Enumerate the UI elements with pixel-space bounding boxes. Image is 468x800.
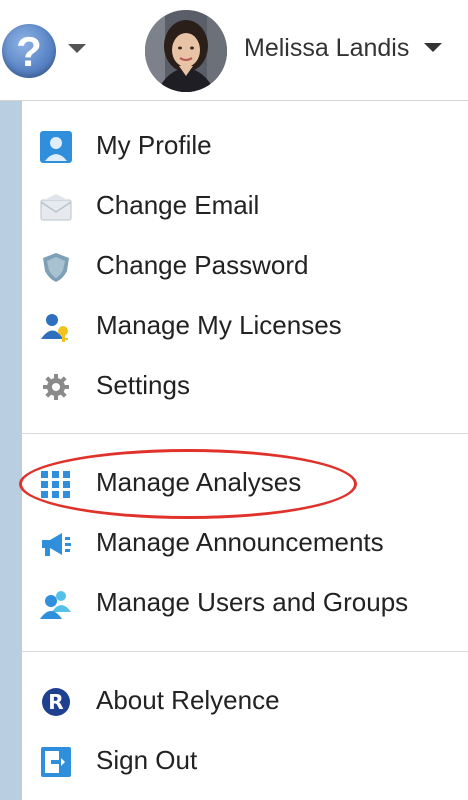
- help-button[interactable]: ?: [2, 24, 56, 78]
- menu-item-label: Sign Out: [96, 745, 198, 775]
- user-key-icon: [40, 311, 72, 343]
- menu-divider: [22, 651, 468, 652]
- menu-item-manage-users-and-groups[interactable]: Manage Users and Groups: [22, 574, 468, 632]
- menu-divider: [22, 433, 468, 434]
- help-menu-caret-icon[interactable]: [68, 44, 86, 53]
- menu-item-label: My Profile: [96, 130, 212, 160]
- avatar[interactable]: [145, 10, 227, 92]
- top-bar: ? Melissa Landis: [0, 0, 468, 101]
- sign-out-icon: [40, 746, 72, 778]
- menu-item-manage-my-licenses[interactable]: Manage My Licenses: [22, 297, 468, 355]
- user-name[interactable]: Melissa Landis: [244, 34, 409, 63]
- megaphone-icon: [40, 528, 72, 560]
- menu-item-label: Manage Announcements: [96, 527, 384, 557]
- svg-text:R: R: [48, 690, 63, 714]
- menu-item-manage-announcements[interactable]: Manage Announcements: [22, 514, 468, 572]
- envelope-icon: [40, 191, 72, 223]
- shield-icon: [40, 251, 72, 283]
- menu-item-label: Manage Analyses: [96, 467, 302, 497]
- menu-item-manage-analyses[interactable]: Manage Analyses: [22, 454, 468, 512]
- avatar-portrait: [145, 10, 227, 92]
- users-icon: [40, 588, 72, 620]
- menu-item-label: Settings: [96, 370, 190, 400]
- menu-item-label: Change Email: [96, 190, 260, 220]
- help-question-icon: ?: [16, 28, 42, 75]
- menu-item-settings[interactable]: Settings: [22, 357, 468, 415]
- menu-item-label: Change Password: [96, 250, 309, 280]
- menu-item-change-password[interactable]: Change Password: [22, 237, 468, 295]
- menu-item-label: Manage Users and Groups: [96, 587, 409, 617]
- menu-item-label: Manage My Licenses: [96, 310, 342, 340]
- profile-icon: [40, 131, 72, 163]
- menu-item-change-email[interactable]: Change Email: [22, 177, 468, 235]
- relyence-logo-icon: R: [40, 686, 72, 718]
- side-panel-strip: [0, 101, 22, 800]
- menu-item-label: About Relyence: [96, 685, 280, 715]
- menu-item-sign-out[interactable]: Sign Out: [22, 732, 468, 790]
- menu-item-my-profile[interactable]: My Profile: [22, 117, 468, 175]
- gear-icon: [40, 371, 72, 403]
- user-dropdown-menu: My Profile Change Email Change Password: [22, 101, 468, 800]
- grid-icon: [40, 468, 72, 500]
- user-menu-caret-icon[interactable]: [424, 43, 442, 52]
- menu-item-about-relyence[interactable]: R About Relyence: [22, 672, 468, 730]
